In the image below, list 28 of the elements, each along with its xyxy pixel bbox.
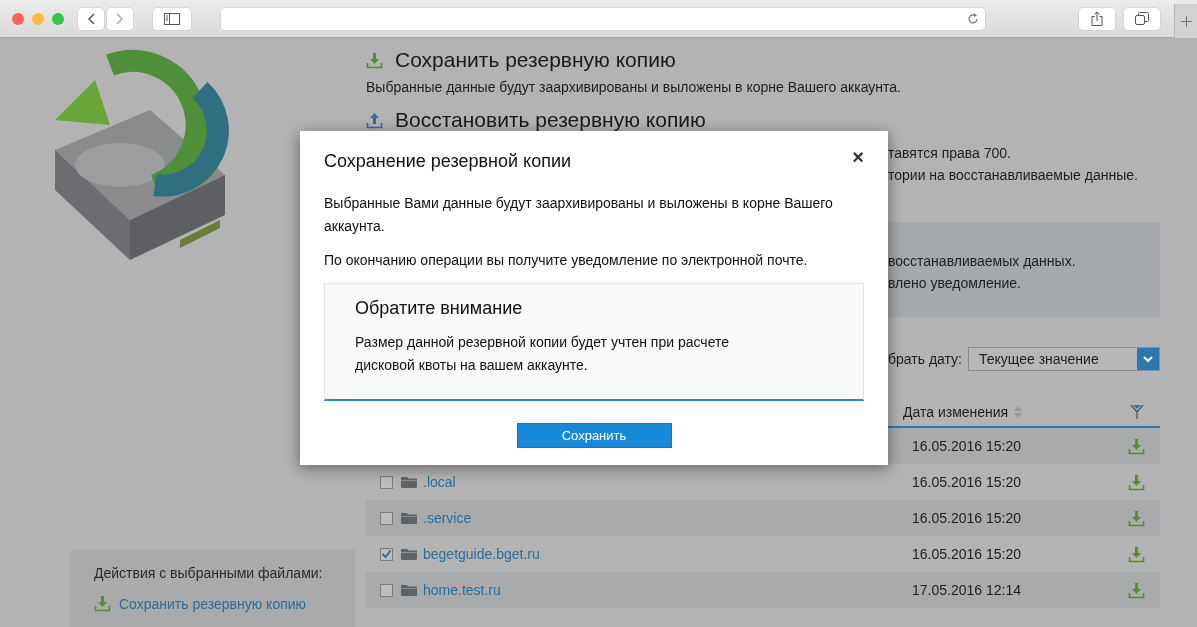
folder-link[interactable]: begetguide.bget.ru bbox=[423, 546, 540, 562]
dialog-text: По окончанию операции вы получите уведомление по электронной почте. bbox=[324, 251, 809, 270]
action-link[interactable]: Сохранить резервную копию bbox=[119, 595, 307, 612]
dialog-title: Сохранение резервной копии bbox=[324, 151, 571, 172]
panel-title: Действия с выбранными файлами: bbox=[94, 565, 324, 581]
column-header[interactable]: Дата изменения bbox=[903, 404, 1009, 420]
date-select[interactable]: Текущее значение bbox=[968, 347, 1160, 371]
date-cell-text: 17.05.2016 12:14 bbox=[912, 582, 1022, 598]
date-cell-text: 16.05.2016 15:20 bbox=[912, 546, 1022, 562]
notice-text: Размер данной резервной копии будет учтен при расчете дисковой квоты на вашем аккаунте. bbox=[355, 333, 730, 375]
date-cell-text: 16.05.2016 15:20 bbox=[912, 474, 1022, 490]
notice-line: влено уведомление. bbox=[888, 274, 1021, 293]
notice-title: Обратите внимание bbox=[355, 298, 524, 319]
notice-line: восстанавливаемых данных. bbox=[888, 252, 1076, 271]
section-title: Сохранить резервную копию bbox=[395, 48, 676, 72]
date-cell-text: 16.05.2016 15:20 bbox=[912, 510, 1022, 526]
dialog-text: Выбранные Вами данные будут заархивированы и выложены в корне Вашего аккаунта. bbox=[324, 194, 834, 236]
description-line: тавятся права 700. bbox=[888, 144, 1011, 163]
folder-link[interactable]: .local bbox=[423, 474, 456, 490]
close-button[interactable]: × bbox=[852, 149, 864, 165]
folder-link[interactable]: home.test.ru bbox=[423, 582, 501, 598]
folder-link[interactable]: .service bbox=[423, 510, 472, 526]
date-label: брать дату: bbox=[888, 351, 962, 367]
section-description: Выбранные данные будут заархивированы и выложены в корне Вашего аккаунта. bbox=[366, 79, 902, 95]
date-cell-text: 16.05.2016 15:20 bbox=[912, 438, 1022, 454]
description-line: тории на восстанавливаемые данные. bbox=[888, 166, 1138, 185]
save-button[interactable]: Сохранить bbox=[516, 423, 672, 448]
section-title: Восстановить резервную копию bbox=[395, 108, 706, 132]
